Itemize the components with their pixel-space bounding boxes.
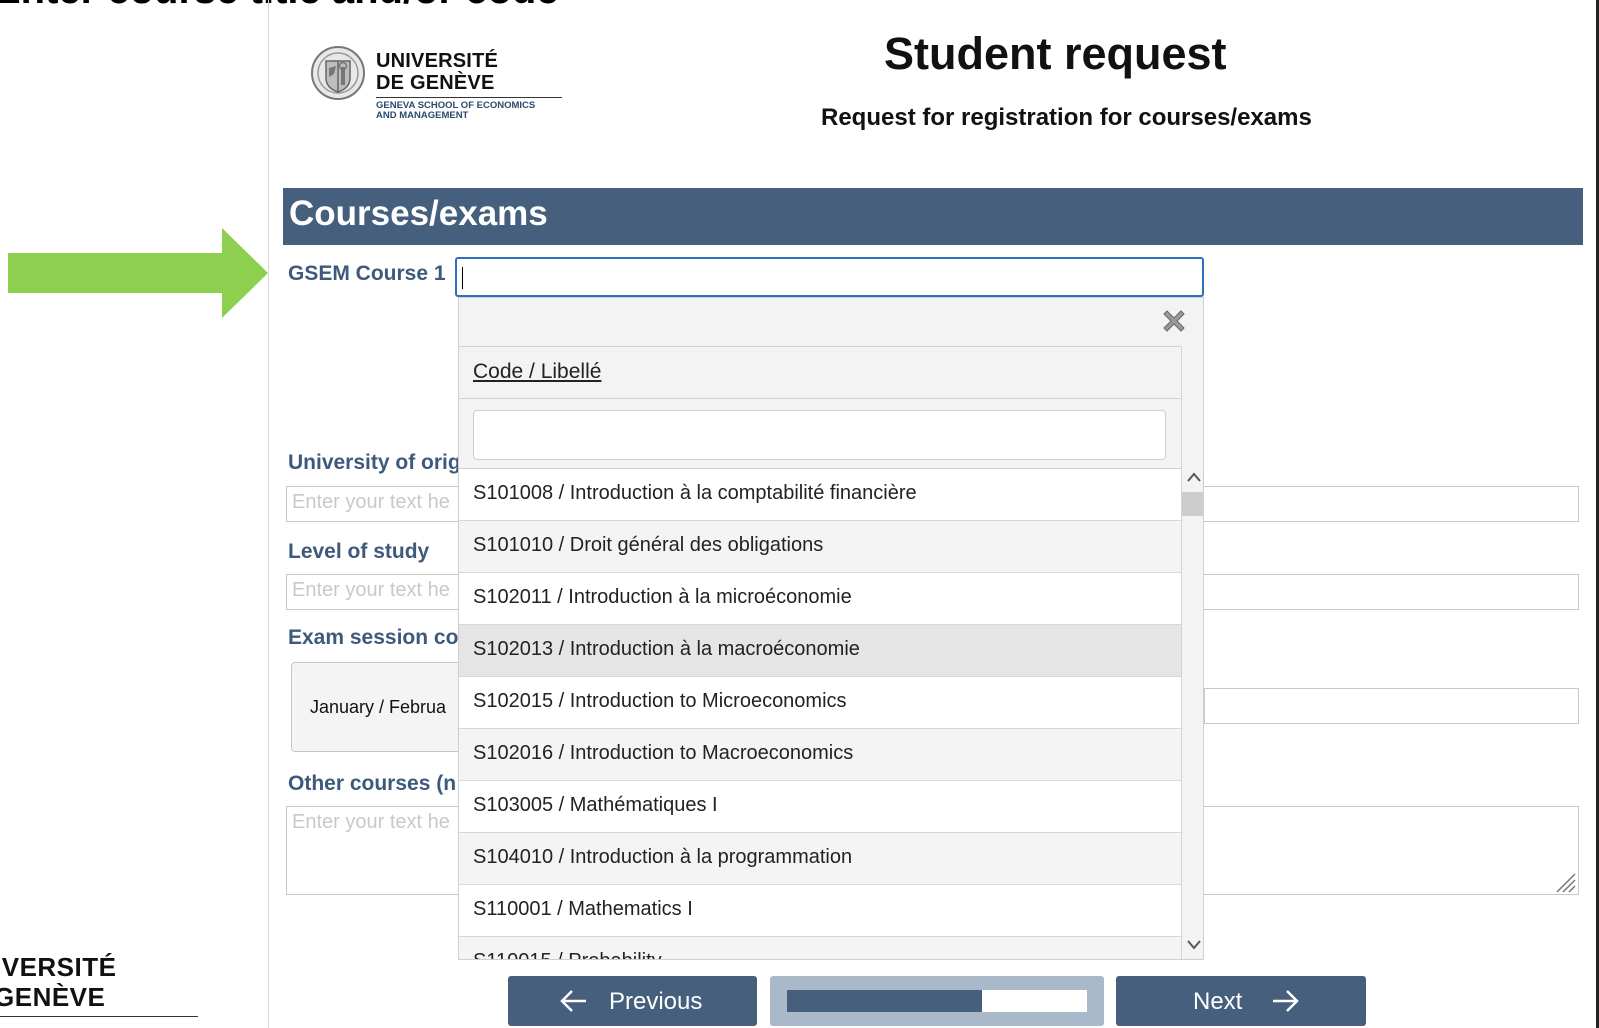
- section-header: Courses/exams: [283, 188, 1583, 245]
- course-dropdown: Code / Libellé S101008 / Introduction à …: [458, 297, 1204, 960]
- bottom-logo-line2: GENÈVE: [0, 982, 106, 1012]
- progress-bar: [770, 976, 1104, 1026]
- level-label: Level of study: [288, 540, 430, 563]
- chevron-down-icon[interactable]: [1186, 938, 1202, 952]
- page-subtitle: Request for registration for courses/exa…: [821, 104, 1312, 131]
- exam-session-option[interactable]: January / Februa: [291, 662, 471, 752]
- dropdown-column-header[interactable]: Code / Libellé: [473, 360, 601, 384]
- dropdown-option[interactable]: S102016 / Introduction to Macroeconomics: [459, 729, 1181, 781]
- dropdown-option[interactable]: S101010 / Droit général des obligations: [459, 521, 1181, 573]
- university-placeholder: Enter your text he: [292, 491, 450, 513]
- section-title: Courses/exams: [289, 194, 548, 233]
- dropdown-option[interactable]: S101008 / Introduction à la comptabilité…: [459, 469, 1181, 521]
- left-divider: [268, 0, 269, 1028]
- logo-line1: UNIVERSITÉ: [376, 50, 499, 72]
- scrollbar-thumb[interactable]: [1182, 492, 1203, 516]
- course-label: GSEM Course 1: [288, 262, 446, 285]
- level-placeholder: Enter your text he: [292, 579, 450, 601]
- dropdown-option[interactable]: S110015 / Probability: [459, 937, 1181, 959]
- university-seal-icon: [311, 46, 365, 100]
- dropdown-close-bar: [459, 298, 1203, 347]
- dropdown-option[interactable]: S102011 / Introduction à la microéconomi…: [459, 573, 1181, 625]
- logo-line2: DE GENÈVE: [376, 72, 495, 94]
- course-search-input[interactable]: [455, 257, 1204, 297]
- instruction-text: Enter course title and/or code: [0, 0, 559, 10]
- dropdown-scrollbar[interactable]: [1181, 346, 1203, 959]
- bottom-logo: IVERSITÉ GENÈVE: [0, 952, 198, 1017]
- arrow-left-icon: [560, 990, 586, 1012]
- other-courses-placeholder: Enter your text he: [292, 811, 450, 833]
- university-label: University of orig: [288, 451, 461, 474]
- dropdown-option[interactable]: S102013 / Introduction à la macroéconomi…: [459, 625, 1181, 677]
- dropdown-filter-input[interactable]: [473, 410, 1166, 460]
- dropdown-option[interactable]: S104010 / Introduction à la programmatio…: [459, 833, 1181, 885]
- page-title: Student request: [884, 28, 1227, 79]
- university-logo: UNIVERSITÉ DE GENÈVE GENEVA SCHOOL OF EC…: [310, 44, 570, 134]
- dropdown-list: S101008 / Introduction à la comptabilité…: [459, 468, 1181, 959]
- green-arrow-icon: [8, 228, 268, 318]
- exam-session-field[interactable]: [1204, 688, 1579, 724]
- bottom-logo-line1: IVERSITÉ: [0, 952, 117, 982]
- previous-button[interactable]: Previous: [508, 976, 757, 1026]
- close-icon[interactable]: [1159, 306, 1189, 336]
- next-button-label: Next: [1193, 988, 1243, 1015]
- exam-session-label: Exam session co: [288, 626, 459, 649]
- previous-button-label: Previous: [609, 988, 703, 1015]
- text-caret: [462, 267, 463, 289]
- chevron-up-icon[interactable]: [1186, 470, 1202, 484]
- resize-grip-icon[interactable]: [1553, 870, 1577, 894]
- dropdown-option[interactable]: S102015 / Introduction to Microeconomics: [459, 677, 1181, 729]
- other-courses-label: Other courses (n: [288, 772, 457, 795]
- next-button[interactable]: Next: [1116, 976, 1366, 1026]
- exam-session-option-label: January / Februa: [310, 697, 447, 717]
- dropdown-option[interactable]: S103005 / Mathématiques I: [459, 781, 1181, 833]
- logo-line4: AND MANAGEMENT: [376, 110, 469, 121]
- progress-fill: [787, 990, 982, 1012]
- progress-track: [787, 990, 1087, 1012]
- dropdown-option[interactable]: S110001 / Mathematics I: [459, 885, 1181, 937]
- arrow-right-icon: [1273, 990, 1299, 1012]
